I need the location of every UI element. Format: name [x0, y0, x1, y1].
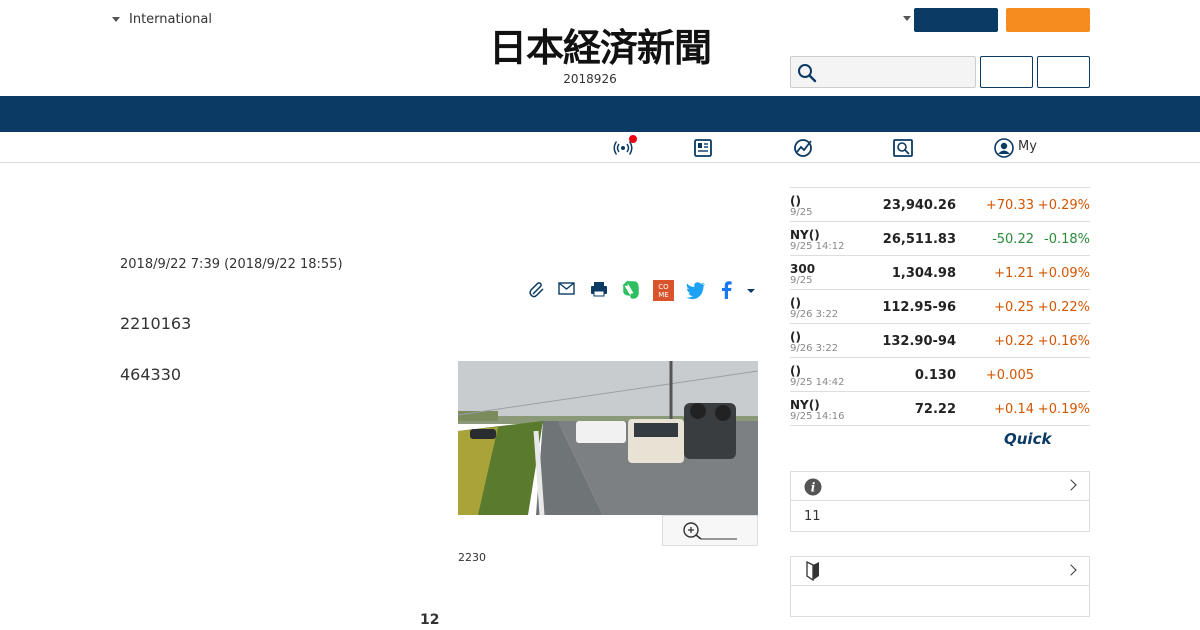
market-row[interactable]: 300 9/25 1,304.98 +1.21 +0.09%: [790, 256, 1090, 290]
mail-icon[interactable]: [558, 280, 576, 300]
beginner-panel-header[interactable]: [791, 557, 1089, 586]
beginner-panel-body[interactable]: [791, 586, 1089, 602]
market-name: NY(): [790, 228, 820, 242]
newspaper-icon[interactable]: [692, 137, 714, 159]
market-value: 23,940.26: [882, 198, 956, 213]
issue-date: 2018926: [563, 72, 617, 86]
market-name: (): [790, 330, 801, 344]
market-time: 9/25: [790, 275, 813, 286]
more-icon[interactable]: [746, 280, 756, 300]
region-label: International: [129, 12, 212, 27]
twitter-icon[interactable]: [685, 280, 707, 300]
beginner-mark-icon: [806, 561, 819, 581]
article-photo[interactable]: [458, 361, 758, 515]
evernote-icon[interactable]: [622, 280, 640, 300]
article-paragraph: 2210163: [120, 314, 192, 333]
market-data-table: () 9/25 23,940.26 +70.33 +0.29% NY() 9/2…: [790, 187, 1090, 426]
user-icon[interactable]: [993, 137, 1015, 159]
search-news-icon[interactable]: [892, 137, 914, 159]
market-name: (): [790, 194, 801, 208]
market-name: 300: [790, 262, 816, 276]
market-change: +0.14: [994, 402, 1034, 417]
article-paragraph: 464330: [120, 365, 182, 384]
svg-text:i: i: [811, 481, 816, 495]
svg-text:CO: CO: [658, 283, 669, 291]
market-change: +0.005: [985, 368, 1034, 383]
market-change-percent: +0.09%: [1037, 266, 1090, 281]
zoom-in-icon: [683, 522, 737, 540]
market-change: +70.33: [985, 198, 1034, 213]
accident-scene-photo: [458, 361, 758, 515]
region-selector[interactable]: International: [112, 12, 212, 27]
market-row[interactable]: () 9/26 3:22 132.90-94 +0.22 +0.16%: [790, 324, 1090, 358]
info-panel-body[interactable]: 11: [791, 501, 1089, 532]
market-value: 1,304.98: [891, 266, 956, 281]
caret-down-icon: [112, 17, 120, 22]
market-row[interactable]: () 9/25 23,940.26 +70.33 +0.29%: [790, 188, 1090, 222]
market-time: 9/25 14:16: [790, 411, 845, 422]
search-input[interactable]: [790, 56, 976, 88]
live-alert-dot: [629, 135, 637, 143]
market-time: 9/25 14:42: [790, 377, 845, 388]
info-icon: i: [804, 478, 822, 496]
logo-text: 日本経済新聞: [488, 25, 712, 70]
login-button[interactable]: [914, 8, 998, 32]
chart-icon[interactable]: [792, 137, 814, 159]
market-change-percent: +0.29%: [1037, 198, 1090, 213]
chevron-right-icon: [1065, 564, 1077, 576]
main-nav-bar: [0, 96, 1200, 132]
page-number: 12: [420, 612, 440, 628]
search-icon: [798, 64, 817, 83]
my-page-label[interactable]: My: [1018, 139, 1037, 154]
market-name: (): [790, 364, 801, 378]
market-value: 132.90-94: [882, 334, 956, 349]
market-change-percent: -0.18%: [1044, 232, 1090, 247]
facebook-icon[interactable]: [719, 280, 733, 300]
svg-text:ME: ME: [658, 291, 668, 299]
market-name: NY(): [790, 398, 820, 412]
market-time: 9/25: [790, 207, 813, 218]
quick-logo[interactable]: Quick: [1004, 430, 1051, 448]
market-value: 0.130: [914, 368, 956, 383]
beginner-panel: [790, 556, 1090, 617]
photo-zoom-button[interactable]: [662, 515, 758, 546]
market-change-percent: +0.16%: [1037, 334, 1090, 349]
market-time: 9/26 3:22: [790, 343, 839, 354]
subscribe-button[interactable]: [1006, 8, 1090, 32]
market-value: 72.22: [914, 402, 956, 417]
article-date: 2018/9/22 7:39 (2018/9/22 18:55): [120, 257, 343, 272]
market-change-percent: +0.22%: [1037, 300, 1090, 315]
info-panel: i 11: [790, 471, 1090, 532]
clip-icon[interactable]: [529, 280, 545, 300]
market-row[interactable]: NY() 9/25 14:16 72.22 +0.14 +0.19%: [790, 392, 1090, 426]
market-change: -50.22: [992, 232, 1034, 247]
market-value: 26,511.83: [882, 232, 956, 247]
come-icon[interactable]: CO ME: [653, 280, 674, 301]
market-change: +0.25: [994, 300, 1034, 315]
site-header: International 日本経済新聞 2018926: [0, 0, 1200, 96]
caret-down-icon[interactable]: [903, 16, 911, 21]
photo-caption: 2230: [458, 551, 486, 564]
chevron-right-icon: [1065, 479, 1077, 491]
market-time: 9/26 3:22: [790, 309, 839, 320]
market-name: (): [790, 296, 801, 310]
market-change-percent: +0.19%: [1037, 402, 1090, 417]
market-row[interactable]: () 9/25 14:42 0.130 +0.005: [790, 358, 1090, 392]
outline-button-2[interactable]: [1037, 56, 1090, 88]
market-change: +1.21: [994, 266, 1034, 281]
market-time: 9/25 14:12: [790, 241, 845, 252]
market-row[interactable]: () 9/26 3:22 112.95-96 +0.25 +0.22%: [790, 290, 1090, 324]
info-panel-header[interactable]: i: [791, 472, 1089, 501]
outline-button-1[interactable]: [980, 56, 1033, 88]
market-row[interactable]: NY() 9/25 14:12 26,511.83 -50.22 -0.18%: [790, 222, 1090, 256]
site-logo[interactable]: 日本経済新聞: [450, 28, 750, 68]
print-icon[interactable]: [590, 280, 608, 300]
market-change: +0.22: [994, 334, 1034, 349]
market-value: 112.95-96: [882, 300, 956, 315]
